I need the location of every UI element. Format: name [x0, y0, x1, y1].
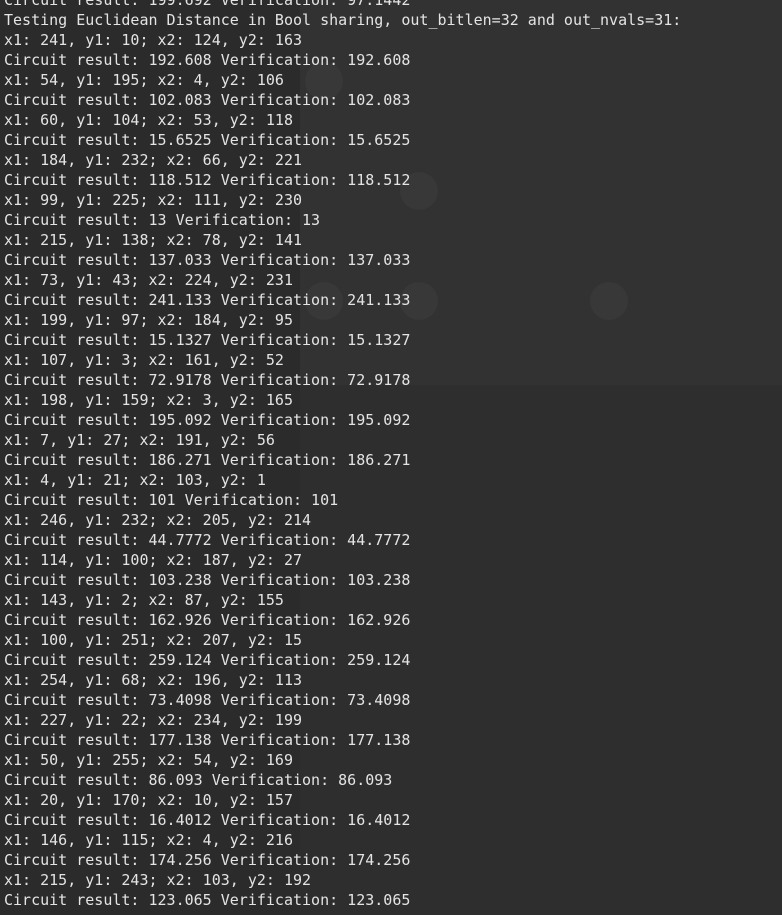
terminal-line: x1: 254, y1: 68; x2: 196, y2: 113	[4, 671, 303, 689]
terminal-line: Circuit result: 199.692 Verification: 97…	[4, 0, 411, 9]
terminal-line: Circuit result: 259.124 Verification: 25…	[4, 651, 411, 669]
terminal-line: x1: 54, y1: 195; x2: 4, y2: 106	[4, 71, 284, 89]
terminal-line: x1: 20, y1: 170; x2: 10, y2: 157	[4, 791, 293, 809]
terminal-line: Circuit result: 192.608 Verification: 19…	[4, 51, 411, 69]
terminal-line: Circuit result: 101 Verification: 101	[4, 491, 339, 509]
terminal-window[interactable]: Circuit result: 199.692 Verification: 97…	[0, 0, 782, 915]
terminal-line: Circuit result: 123.065 Verification: 12…	[4, 891, 411, 909]
terminal-line: Circuit result: 177.138 Verification: 17…	[4, 731, 411, 749]
terminal-line: x1: 198, y1: 159; x2: 3, y2: 165	[4, 391, 293, 409]
terminal-line: Circuit result: 195.092 Verification: 19…	[4, 411, 411, 429]
terminal-line: x1: 227, y1: 22; x2: 234, y2: 199	[4, 711, 303, 729]
terminal-line: Circuit result: 73.4098 Verification: 73…	[4, 691, 411, 709]
terminal-line: x1: 246, y1: 232; x2: 205, y2: 214	[4, 511, 312, 529]
terminal-line: x1: 7, y1: 27; x2: 191, y2: 56	[4, 431, 275, 449]
terminal-output[interactable]: Circuit result: 199.692 Verification: 97…	[4, 0, 681, 910]
terminal-line: x1: 100, y1: 251; x2: 207, y2: 15	[4, 631, 303, 649]
terminal-line: x1: 60, y1: 104; x2: 53, y2: 118	[4, 111, 293, 129]
terminal-line: Circuit result: 118.512 Verification: 11…	[4, 171, 411, 189]
terminal-line: Circuit result: 72.9178 Verification: 72…	[4, 371, 411, 389]
terminal-line: x1: 114, y1: 100; x2: 187, y2: 27	[4, 551, 303, 569]
terminal-line: x1: 107, y1: 3; x2: 161, y2: 52	[4, 351, 284, 369]
terminal-line: x1: 143, y1: 2; x2: 87, y2: 155	[4, 591, 284, 609]
terminal-line: Circuit result: 102.083 Verification: 10…	[4, 91, 411, 109]
terminal-line: Circuit result: 241.133 Verification: 24…	[4, 291, 411, 309]
terminal-line: x1: 215, y1: 243; x2: 103, y2: 192	[4, 871, 312, 889]
terminal-line: Circuit result: 13 Verification: 13	[4, 211, 321, 229]
terminal-line: Testing Euclidean Distance in Bool shari…	[4, 11, 682, 29]
terminal-line: Circuit result: 44.7772 Verification: 44…	[4, 531, 411, 549]
terminal-line: x1: 73, y1: 43; x2: 224, y2: 231	[4, 271, 293, 289]
terminal-line: x1: 146, y1: 115; x2: 4, y2: 216	[4, 831, 293, 849]
terminal-line: x1: 4, y1: 21; x2: 103, y2: 1	[4, 471, 266, 489]
terminal-line: x1: 241, y1: 10; x2: 124, y2: 163	[4, 31, 303, 49]
terminal-line: Circuit result: 15.6525 Verification: 15…	[4, 131, 411, 149]
terminal-line: Circuit result: 186.271 Verification: 18…	[4, 451, 411, 469]
terminal-line: Circuit result: 103.238 Verification: 10…	[4, 571, 411, 589]
terminal-line: Circuit result: 86.093 Verification: 86.…	[4, 771, 393, 789]
terminal-line: Circuit result: 137.033 Verification: 13…	[4, 251, 411, 269]
terminal-line: x1: 215, y1: 138; x2: 78, y2: 141	[4, 231, 303, 249]
terminal-line: x1: 99, y1: 225; x2: 111, y2: 230	[4, 191, 303, 209]
terminal-line: x1: 50, y1: 255; x2: 54, y2: 169	[4, 751, 293, 769]
terminal-line: Circuit result: 162.926 Verification: 16…	[4, 611, 411, 629]
terminal-line: x1: 184, y1: 232; x2: 66, y2: 221	[4, 151, 303, 169]
terminal-line: Circuit result: 16.4012 Verification: 16…	[4, 811, 411, 829]
terminal-line: Circuit result: 174.256 Verification: 17…	[4, 851, 411, 869]
terminal-line: Circuit result: 15.1327 Verification: 15…	[4, 331, 411, 349]
terminal-line: x1: 199, y1: 97; x2: 184, y2: 95	[4, 311, 293, 329]
